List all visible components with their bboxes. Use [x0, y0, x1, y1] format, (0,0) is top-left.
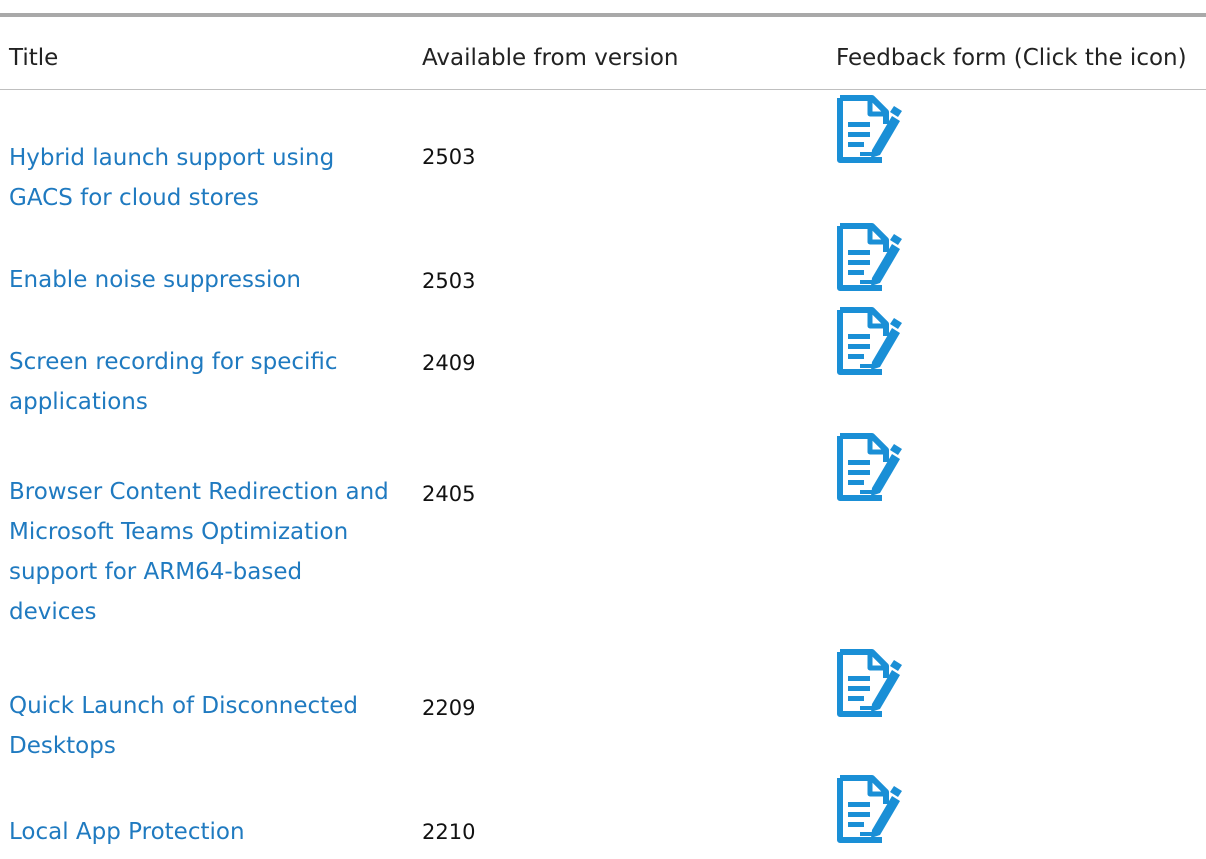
- version-value: 2209: [422, 696, 476, 720]
- form-edit-icon[interactable]: [832, 94, 904, 164]
- feature-link-quick-launch[interactable]: Quick Launch of Disconnected Desktops: [9, 686, 394, 766]
- feature-link-screen-recording[interactable]: Screen recording for specific applicatio…: [9, 342, 394, 422]
- version-value: 2210: [422, 820, 476, 844]
- form-edit-icon[interactable]: [832, 222, 904, 292]
- column-header-version: Available from version: [422, 45, 679, 71]
- feature-link-hybrid-launch[interactable]: Hybrid launch support using GACS for clo…: [9, 138, 394, 218]
- form-edit-icon[interactable]: [832, 306, 904, 376]
- top-divider: [0, 13, 1206, 17]
- feature-feedback-page: Title Available from version Feedback fo…: [0, 0, 1206, 859]
- version-value: 2503: [422, 145, 476, 169]
- feature-link-browser-content-redirection[interactable]: Browser Content Redirection and Microsof…: [9, 472, 394, 632]
- form-edit-icon[interactable]: [832, 648, 904, 718]
- form-edit-icon[interactable]: [832, 432, 904, 502]
- version-value: 2405: [422, 482, 476, 506]
- column-header-feedback: Feedback form (Click the icon): [836, 45, 1187, 71]
- feature-link-local-app-protection[interactable]: Local App Protection: [9, 812, 394, 852]
- form-edit-icon[interactable]: [832, 774, 904, 844]
- version-value: 2503: [422, 269, 476, 293]
- feature-link-noise-suppression[interactable]: Enable noise suppression: [9, 260, 394, 300]
- header-divider: [0, 89, 1206, 90]
- version-value: 2409: [422, 351, 476, 375]
- column-header-title: Title: [9, 45, 59, 71]
